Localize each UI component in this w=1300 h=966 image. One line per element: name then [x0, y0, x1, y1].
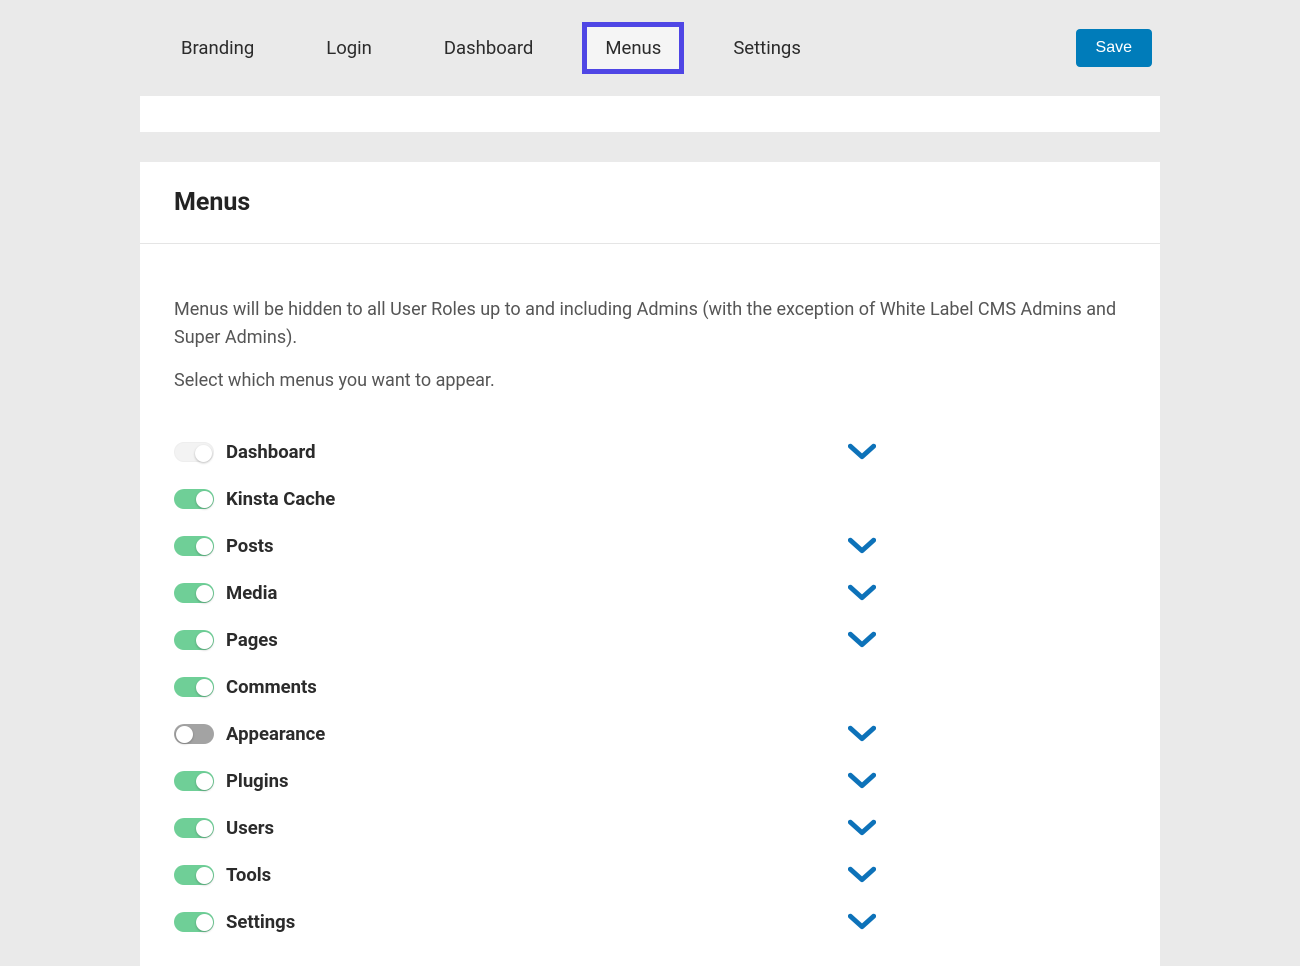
menu-list: Dashboard Kinsta Cache Posts Media Pages Comm… — [174, 429, 1126, 946]
header-bar: Branding Login Dashboard Menus Settings Save — [0, 0, 1300, 96]
chevron-down-icon[interactable] — [848, 579, 876, 607]
tab-settings[interactable]: Settings — [710, 22, 824, 74]
menu-row-pages: Pages — [174, 617, 1126, 664]
menu-label: Posts — [226, 535, 848, 557]
menu-row-comments: Comments — [174, 664, 1126, 711]
toggle-users[interactable] — [174, 818, 214, 838]
toggle-media[interactable] — [174, 583, 214, 603]
toggle-comments[interactable] — [174, 677, 214, 697]
panel-select-text: Select which menus you want to appear. — [174, 370, 1126, 391]
menu-row-tools: Tools — [174, 852, 1126, 899]
menu-label: Settings — [226, 911, 848, 933]
white-strip — [140, 96, 1160, 132]
menus-panel: Menus Menus will be hidden to all User R… — [140, 162, 1160, 966]
chevron-down-icon[interactable] — [848, 767, 876, 795]
chevron-down-icon[interactable] — [848, 814, 876, 842]
tab-dashboard[interactable]: Dashboard — [421, 22, 556, 74]
chevron-down-icon[interactable] — [848, 626, 876, 654]
menu-label: Users — [226, 817, 848, 839]
tab-login[interactable]: Login — [303, 22, 395, 74]
chevron-down-icon[interactable] — [848, 908, 876, 936]
toggle-plugins[interactable] — [174, 771, 214, 791]
menu-label: Dashboard — [226, 441, 848, 463]
tab-menus[interactable]: Menus — [582, 22, 684, 74]
menu-label: Pages — [226, 629, 848, 651]
menu-row-appearance: Appearance — [174, 711, 1126, 758]
save-button[interactable]: Save — [1076, 29, 1152, 67]
menu-row-dashboard: Dashboard — [174, 429, 1126, 476]
menu-label: Media — [226, 582, 848, 604]
toggle-appearance[interactable] — [174, 724, 214, 744]
chevron-down-icon[interactable] — [848, 861, 876, 889]
panel-description: Menus will be hidden to all User Roles u… — [174, 296, 1126, 352]
tab-branding[interactable]: Branding — [158, 22, 277, 74]
tab-list: Branding Login Dashboard Menus Settings — [158, 22, 1076, 74]
menu-row-plugins: Plugins — [174, 758, 1126, 805]
toggle-dashboard[interactable] — [174, 442, 214, 462]
menu-row-posts: Posts — [174, 523, 1126, 570]
toggle-pages[interactable] — [174, 630, 214, 650]
toggle-settings[interactable] — [174, 912, 214, 932]
panel-header: Menus — [140, 162, 1160, 244]
panel-title: Menus — [174, 188, 1126, 217]
toggle-posts[interactable] — [174, 536, 214, 556]
chevron-placeholder — [848, 673, 876, 701]
toggle-tools[interactable] — [174, 865, 214, 885]
chevron-down-icon[interactable] — [848, 438, 876, 466]
chevron-down-icon[interactable] — [848, 532, 876, 560]
menu-row-media: Media — [174, 570, 1126, 617]
menu-label: Appearance — [226, 723, 848, 745]
menu-row-kinsta-cache: Kinsta Cache — [174, 476, 1126, 523]
panel-body: Menus will be hidden to all User Roles u… — [140, 244, 1160, 966]
menu-row-users: Users — [174, 805, 1126, 852]
chevron-down-icon[interactable] — [848, 720, 876, 748]
menu-label: Plugins — [226, 770, 848, 792]
chevron-placeholder — [848, 485, 876, 513]
menu-label: Tools — [226, 864, 848, 886]
menu-label: Kinsta Cache — [226, 488, 848, 510]
menu-row-settings: Settings — [174, 899, 1126, 946]
toggle-kinsta-cache[interactable] — [174, 489, 214, 509]
menu-label: Comments — [226, 676, 848, 698]
